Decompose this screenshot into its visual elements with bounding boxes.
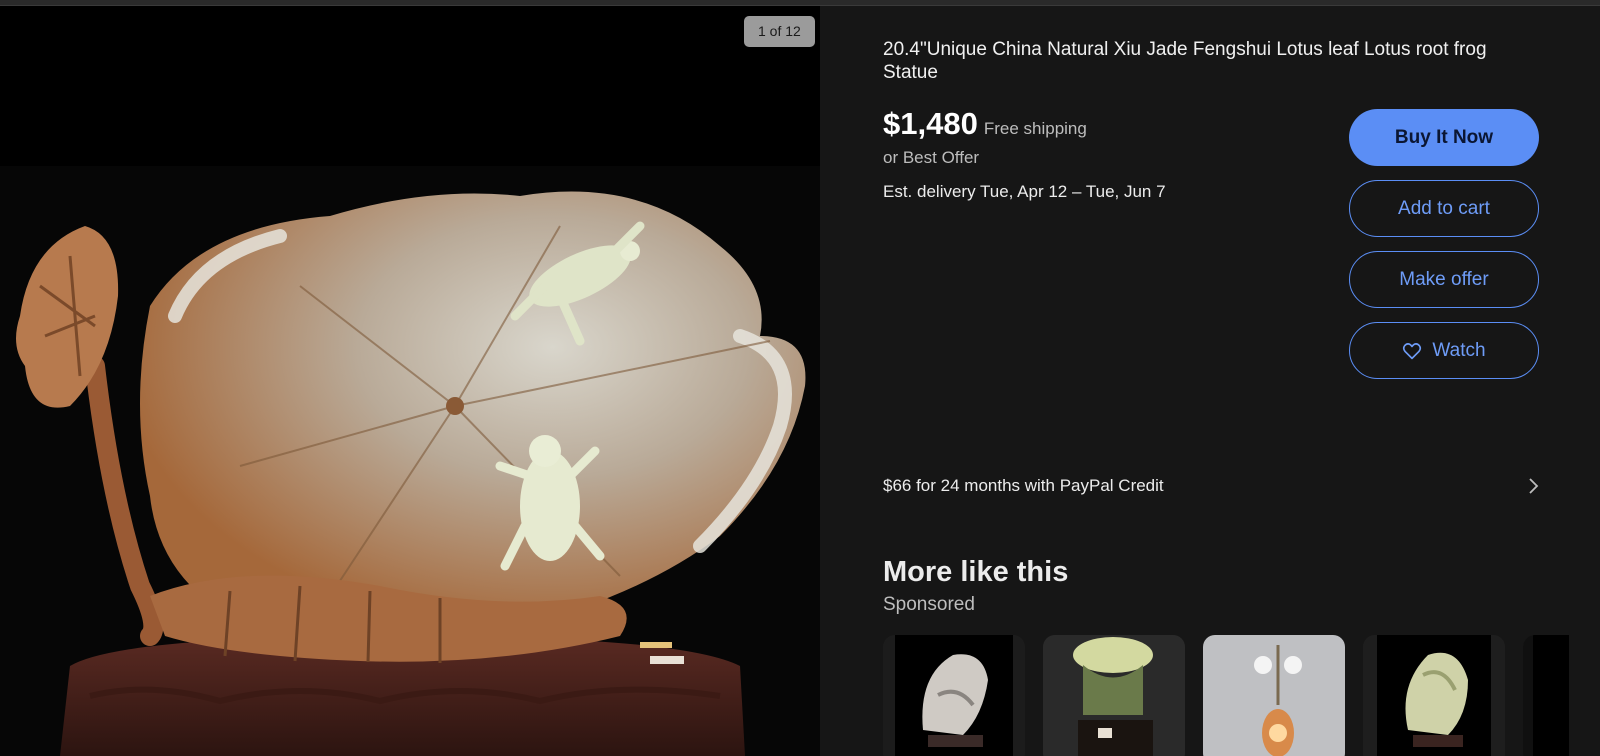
watch-button[interactable]: Watch <box>1349 322 1539 379</box>
sponsored-label: Sponsored <box>883 594 975 615</box>
recommendation-image <box>1043 635 1185 756</box>
recommendation-carousel[interactable] <box>883 635 1569 756</box>
recommendation-item[interactable] <box>883 635 1025 756</box>
more-like-this-heading: More like this <box>883 556 1069 588</box>
listing-details: 20.4"Unique China Natural Xiu Jade Fengs… <box>820 6 1600 756</box>
make-offer-label: Make offer <box>1399 268 1489 290</box>
add-to-cart-label: Add to cart <box>1398 197 1490 219</box>
price-row: $1,480 Free shipping <box>883 106 1087 142</box>
chevron-right-icon <box>1529 478 1539 494</box>
add-to-cart-button[interactable]: Add to cart <box>1349 180 1539 237</box>
listing-title: 20.4"Unique China Natural Xiu Jade Fengs… <box>883 39 1487 83</box>
heart-icon <box>1403 342 1422 359</box>
watch-label: Watch <box>1432 339 1486 361</box>
recommendation-item[interactable] <box>1203 635 1345 756</box>
image-counter: 1 of 12 <box>744 16 815 47</box>
image-gallery[interactable]: 1 of 12 <box>0 6 820 756</box>
shipping-info: Free shipping <box>983 119 1087 138</box>
paypal-credit-row[interactable]: $66 for 24 months with PayPal Credit <box>883 476 1539 496</box>
recommendation-image <box>1203 635 1345 756</box>
price: $1,480 <box>883 106 978 141</box>
buy-it-now-button[interactable]: Buy It Now <box>1349 109 1539 166</box>
recommendation-item[interactable] <box>1363 635 1505 756</box>
paypal-credit-text: $66 for 24 months with PayPal Credit <box>883 476 1164 495</box>
recommendation-item[interactable] <box>1523 635 1569 756</box>
buy-it-now-label: Buy It Now <box>1394 126 1494 148</box>
recommendation-image <box>1363 635 1505 756</box>
recommendation-item[interactable] <box>1043 635 1185 756</box>
recommendation-image <box>883 635 1025 756</box>
estimated-delivery: Est. delivery Tue, Apr 12 – Tue, Jun 7 <box>883 182 1166 201</box>
main-product-image[interactable] <box>0 166 820 756</box>
recommendation-image <box>1523 635 1569 756</box>
best-offer-label: or Best Offer <box>883 148 980 167</box>
make-offer-button[interactable]: Make offer <box>1349 251 1539 308</box>
